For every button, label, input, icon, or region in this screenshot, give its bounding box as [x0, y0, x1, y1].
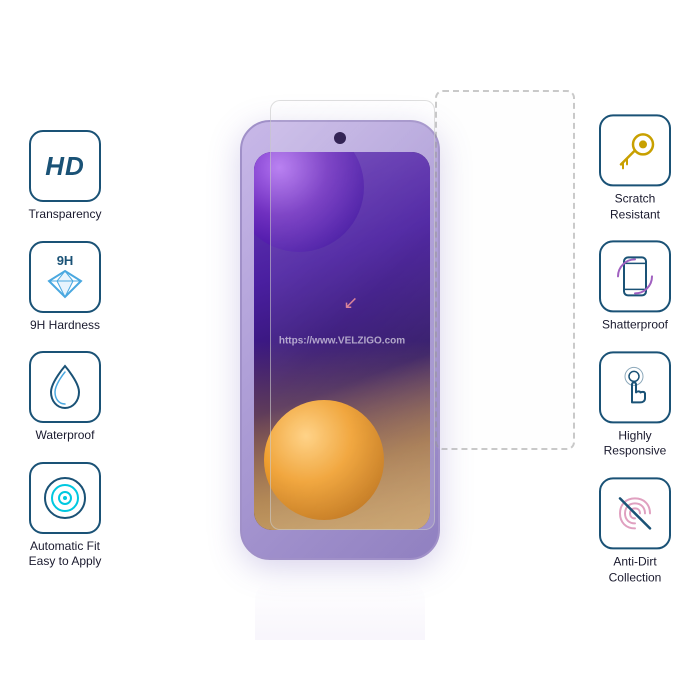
9h-icon-box: 9H [29, 241, 101, 313]
shatterproof-icon-box [599, 241, 671, 313]
right-features: ScratchResistant Shatterproof [580, 114, 690, 585]
antidirt-label: Anti-DirtCollection [609, 554, 662, 585]
responsive-icon-box [599, 351, 671, 423]
left-features: HD Transparency 9H 9H Hardness [10, 130, 120, 570]
shatterproof-label: Shatterproof [602, 318, 668, 334]
feature-9h: 9H 9H Hardness [29, 241, 101, 334]
feature-shatterproof: Shatterproof [599, 241, 671, 334]
feature-responsive: HighlyResponsive [599, 351, 671, 459]
screen-protector [270, 100, 435, 530]
fingerprint-icon [612, 490, 658, 536]
waterdrop-icon [47, 364, 83, 410]
shatter-icon [612, 254, 658, 300]
scratch-label: ScratchResistant [610, 191, 660, 222]
antidirt-icon-box [599, 477, 671, 549]
autofit-icon-box [29, 462, 101, 534]
feature-hd: HD Transparency [29, 130, 102, 223]
feature-waterproof: Waterproof [29, 351, 101, 444]
protector-outline [435, 90, 575, 450]
autofit-label: Automatic FitEasy to Apply [29, 539, 102, 570]
hd-label: Transparency [29, 207, 102, 223]
9h-label: 9H Hardness [30, 318, 100, 334]
phone-wrapper: ↙ https://www.VELZIGO.com [240, 120, 460, 580]
hand-icon [612, 364, 658, 410]
diamond-svg [47, 269, 83, 299]
responsive-label: HighlyResponsive [604, 428, 667, 459]
waterproof-label: Waterproof [36, 428, 95, 444]
phone-area: ↙ https://www.VELZIGO.com [170, 40, 530, 660]
feature-scratch: ScratchResistant [599, 114, 671, 222]
target-icon [40, 473, 90, 523]
key-icon [613, 128, 657, 172]
feature-autofit: Automatic FitEasy to Apply [29, 462, 102, 570]
waterproof-icon-box [29, 351, 101, 423]
hd-icon-box: HD [29, 130, 101, 202]
feature-antidirt: Anti-DirtCollection [599, 477, 671, 585]
9h-icon: 9H [47, 254, 83, 299]
phone-reflection [255, 580, 425, 640]
scratch-icon-box [599, 114, 671, 186]
hd-icon: HD [45, 151, 85, 182]
main-container: HD Transparency 9H 9H Hardness [0, 0, 700, 700]
